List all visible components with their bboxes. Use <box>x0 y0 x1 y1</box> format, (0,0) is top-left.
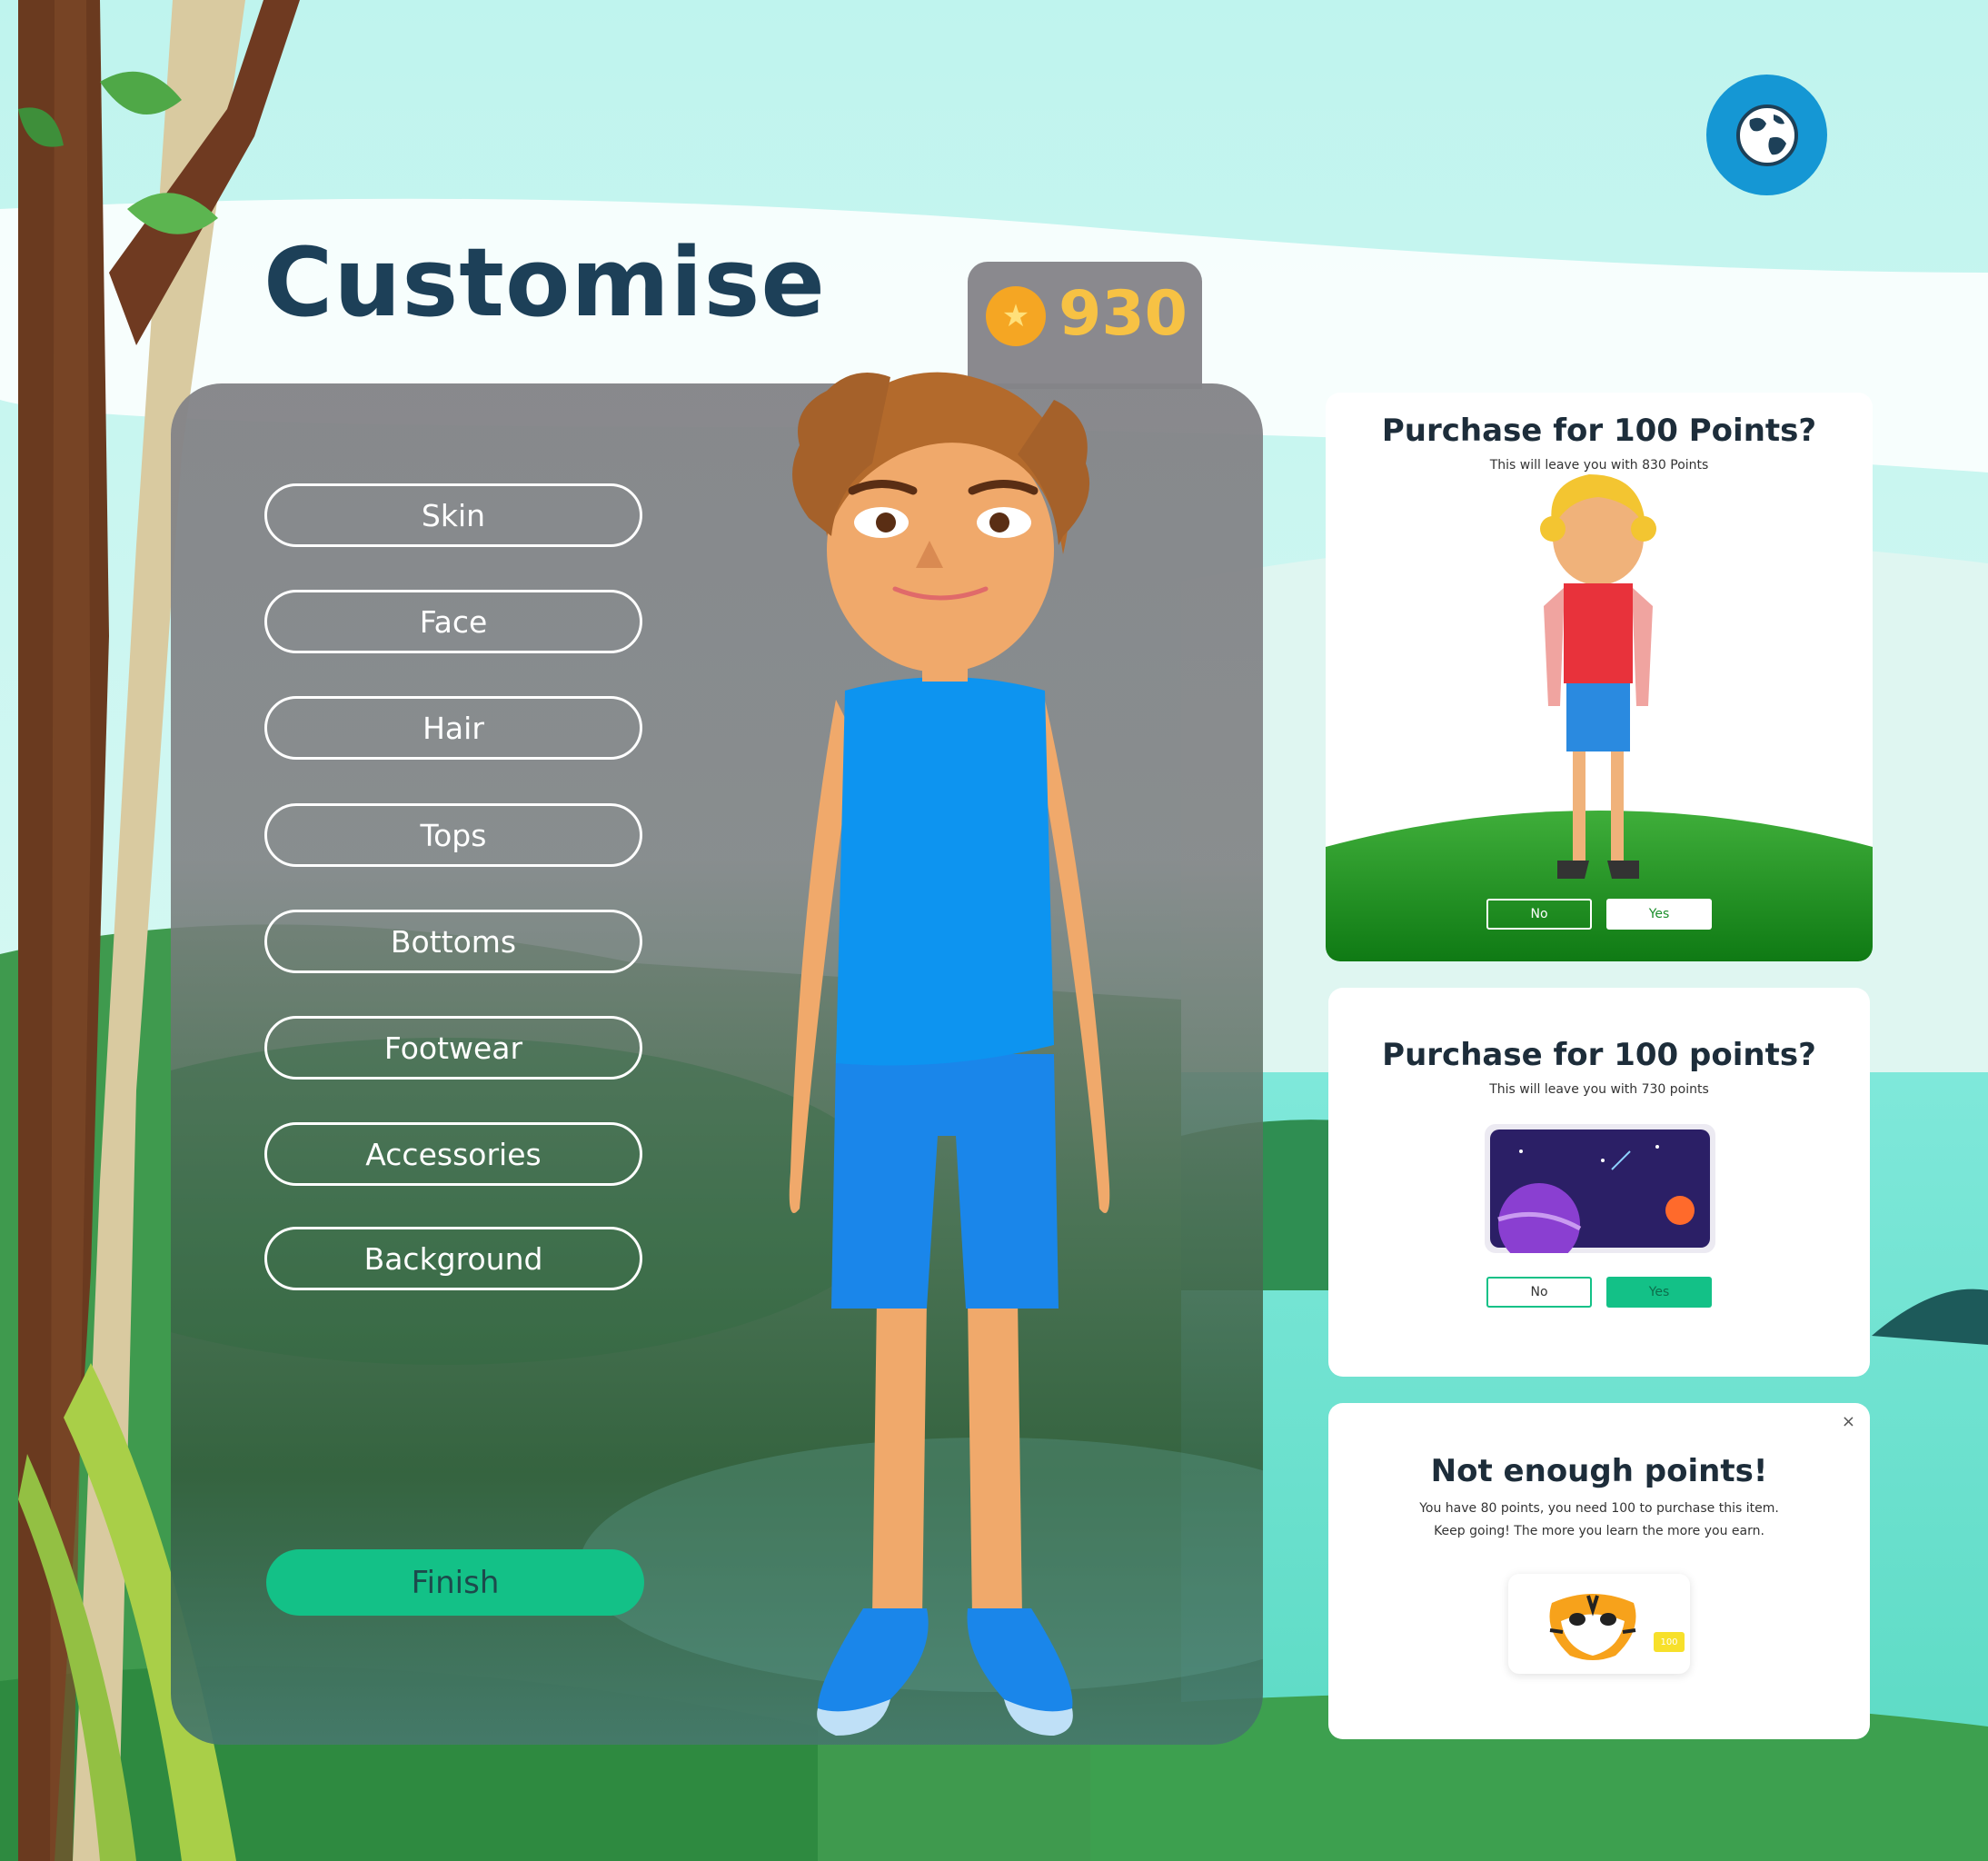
points-balance: 930 <box>1059 278 1188 350</box>
dialog-message-line2: Keep going! The more you learn the more … <box>1434 1524 1764 1538</box>
category-footwear-button[interactable]: Footwear <box>264 1016 642 1080</box>
avatar-preview <box>789 372 1110 1736</box>
purchase-background-dialog: Purchase for 100 points? This will leave… <box>1328 988 1870 1377</box>
not-enough-points-dialog: × Not enough points! You have 80 points,… <box>1328 1403 1870 1739</box>
no-button[interactable]: No <box>1486 899 1592 930</box>
dialog-title: Not enough points! <box>1430 1453 1768 1489</box>
category-accessories-button[interactable]: Accessories <box>264 1122 642 1186</box>
category-tops-button[interactable]: Tops <box>264 803 642 867</box>
category-face-button[interactable]: Face <box>264 590 642 653</box>
yes-button[interactable]: Yes <box>1606 899 1712 930</box>
no-button[interactable]: No <box>1486 1277 1592 1308</box>
item-preview-card: 100 <box>1508 1574 1690 1674</box>
close-icon[interactable]: × <box>1842 1412 1855 1431</box>
finish-button[interactable]: Finish <box>266 1549 644 1616</box>
globe-icon <box>1735 104 1798 166</box>
language-button[interactable] <box>1706 75 1827 195</box>
space-background-thumbnail <box>1485 1124 1715 1253</box>
dialog-title: Purchase for 100 points? <box>1382 1037 1816 1073</box>
category-skin-button[interactable]: Skin <box>264 483 642 547</box>
category-hair-button[interactable]: Hair <box>264 696 642 760</box>
page-title: Customise <box>263 227 826 338</box>
category-background-button[interactable]: Background <box>264 1227 642 1290</box>
purchase-outfit-dialog: Purchase for 100 Points? This will leave… <box>1326 393 1873 961</box>
price-tag: 100 <box>1654 1632 1685 1652</box>
star-coin-icon: ★ <box>986 286 1046 346</box>
outfit-preview-image <box>1326 474 1873 961</box>
dialog-message-line1: You have 80 points, you need 100 to purc… <box>1419 1501 1779 1516</box>
yes-button[interactable]: Yes <box>1606 1277 1712 1308</box>
tiger-mask-icon <box>1549 1594 1636 1660</box>
category-bottoms-button[interactable]: Bottoms <box>264 910 642 973</box>
dialog-subtitle: This will leave you with 730 points <box>1489 1082 1709 1097</box>
